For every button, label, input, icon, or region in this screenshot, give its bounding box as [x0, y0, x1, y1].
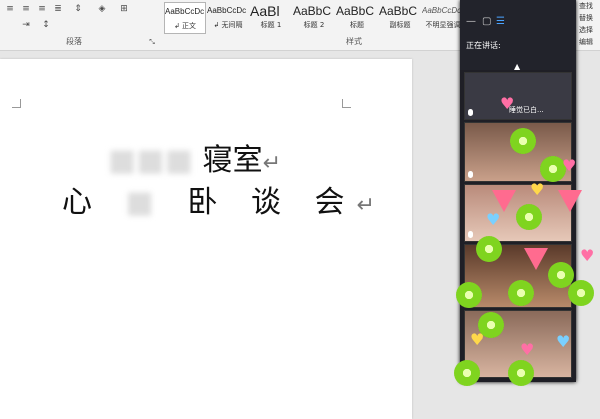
editing-group: 查找 替换 选择 编辑 — [576, 0, 600, 50]
style-gallery-item[interactable]: AaBbC 副标题 — [379, 2, 421, 34]
line1-text: 寝室 — [202, 143, 263, 178]
watermelon-sticker-icon — [492, 190, 516, 212]
margin-corner-tl — [12, 99, 21, 108]
style-name-label: 副标题 — [389, 21, 411, 29]
redacted-char: ■ — [125, 185, 166, 220]
align-right-icon[interactable]: ≡ — [36, 4, 48, 14]
heart-sticker-icon: ♥ — [530, 180, 545, 199]
kiwi-sticker-icon — [508, 360, 534, 386]
kiwi-sticker-icon — [516, 204, 542, 230]
mic-icon — [468, 109, 473, 116]
watermelon-sticker-icon — [524, 248, 548, 270]
line-spacing-icon[interactable]: ⇕ — [72, 4, 84, 14]
style-name-label: 不明显强调 — [425, 21, 461, 29]
style-gallery-item[interactable]: AaBbCcDc 不明显强调 — [422, 2, 464, 34]
justify-icon[interactable]: ≣ — [52, 4, 64, 14]
style-preview-text: AaBbCcDc — [165, 7, 205, 16]
style-gallery-item[interactable]: AaBbCcDc ↲ 无间隔 — [207, 2, 249, 34]
dialog-launcher-icon[interactable]: ⤡ — [146, 37, 158, 47]
document-line-2[interactable]: 心 ■ 卧 谈 会↵ — [62, 177, 387, 221]
shading-icon[interactable]: ◈ — [96, 4, 108, 14]
paragraph-mark-icon: ↵ — [262, 151, 282, 176]
mic-icon — [468, 231, 473, 238]
replace-button[interactable]: 替换 — [576, 12, 600, 24]
style-preview-text: AaBbC — [336, 4, 375, 18]
kiwi-sticker-icon — [548, 262, 574, 288]
style-preview-text: AaBbCcDc — [422, 6, 462, 15]
chat-panel-header: — ▢ ☰ 正在讲话: ▲ — [460, 0, 576, 71]
kiwi-sticker-icon — [454, 360, 480, 386]
kiwi-sticker-icon — [476, 236, 502, 262]
menu-icon[interactable]: ☰ — [496, 16, 505, 27]
paragraph-group-label: 段落 — [66, 37, 82, 46]
heart-sticker-icon: ♥ — [556, 332, 571, 351]
align-center-icon[interactable]: ≡ — [20, 4, 32, 14]
participant-tile[interactable]: 睡觉已白... — [464, 72, 572, 120]
mic-icon — [468, 171, 473, 178]
select-button[interactable]: 选择 — [576, 24, 600, 36]
style-preview-text: AaBl — [250, 4, 280, 18]
style-name-label: ↲ 无间隔 — [213, 21, 243, 29]
heart-sticker-icon: ♥ — [470, 330, 485, 349]
heart-sticker-icon: ♥ — [562, 156, 577, 175]
paragraph-tools: ≡ ≡ ≡ ≣ ⇕ ◈ ⊞ ⇥ ↕ — [0, 0, 160, 36]
speaking-label: 正在讲话: — [466, 41, 501, 50]
style-name-label: 标题 1 — [260, 21, 282, 29]
align-left-icon[interactable]: ≡ — [4, 4, 16, 14]
editing-group-label: 编辑 — [579, 38, 593, 46]
paragraph-mark-icon: ↵ — [356, 193, 387, 218]
style-preview-text: AaBbCcDc — [207, 6, 247, 15]
heart-sticker-icon: ♥ — [520, 340, 535, 359]
heart-sticker-icon: ♥ — [486, 210, 501, 229]
style-preview-text: AaBbC — [293, 4, 332, 18]
styles-group-label: 样式 — [346, 37, 362, 46]
borders-icon[interactable]: ⊞ — [118, 4, 130, 14]
line2-char-2: 卧 — [187, 185, 230, 220]
style-name-label: 标题 2 — [303, 21, 325, 29]
kiwi-sticker-icon — [510, 128, 536, 154]
sort-icon[interactable]: ↕ — [40, 20, 52, 30]
style-gallery-item[interactable]: AaBbC 标题 2 — [293, 2, 335, 34]
heart-sticker-icon: ♥ — [500, 94, 515, 113]
document-page[interactable]: ■■■ 寝室↵ 心 ■ 卧 谈 会↵ — [0, 59, 412, 419]
minimize-icon[interactable]: — — [466, 16, 476, 27]
line2-char-1: 心 — [62, 185, 104, 220]
line2-char-3: 谈 — [251, 185, 293, 220]
redacted-text: ■■■ — [108, 143, 194, 178]
watermelon-sticker-icon — [558, 190, 582, 212]
style-gallery-item[interactable]: AaBbCcDc ↲ 正文 — [164, 2, 206, 34]
kiwi-sticker-icon — [568, 280, 594, 306]
margin-corner-tr — [342, 99, 351, 108]
style-name-label: ↲ 正文 — [173, 22, 197, 30]
indent-icon[interactable]: ⇥ — [20, 20, 32, 30]
collapse-arrow-icon[interactable]: ▲ — [514, 62, 520, 71]
window-icon[interactable]: ▢ — [482, 16, 491, 27]
style-preview-text: AaBbC — [379, 4, 418, 18]
heart-sticker-icon: ♥ — [580, 246, 595, 265]
style-name-label: 标题 — [350, 21, 364, 29]
style-gallery-item[interactable]: AaBl 标题 1 — [250, 2, 292, 34]
kiwi-sticker-icon — [456, 282, 482, 308]
line2-char-4: 会 — [314, 185, 357, 220]
find-button[interactable]: 查找 — [576, 0, 600, 12]
style-gallery-item[interactable]: AaBbC 标题 — [336, 2, 378, 34]
kiwi-sticker-icon — [508, 280, 534, 306]
document-line-1[interactable]: ■■■ 寝室↵ — [108, 135, 281, 179]
